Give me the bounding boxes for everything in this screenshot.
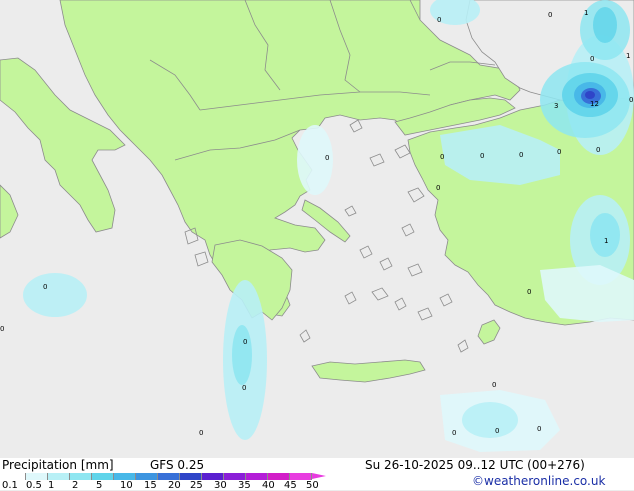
legend-swatch: [290, 473, 312, 480]
legend-swatch: [92, 473, 114, 480]
scale-ticks: 0.1 0.5 1 2 5 10 15 20 25 30 35 40 45 50: [0, 480, 330, 491]
legend-tick-label: 50: [306, 480, 319, 491]
legend-swatch: [26, 473, 48, 480]
point-value: 0: [480, 152, 484, 160]
legend-bar: Precipitation [mm] GFS 0.25 Su 26-10-202…: [0, 458, 634, 491]
point-value: 0: [492, 381, 496, 389]
color-scale: [4, 473, 326, 480]
legend-tick-label: 2: [72, 480, 79, 491]
legend-tick-label: 35: [238, 480, 251, 491]
point-value: 0: [199, 429, 203, 437]
legend-swatch: [136, 473, 158, 480]
point-value: 1: [604, 237, 608, 245]
legend-swatch: [246, 473, 268, 480]
valid-time: Su 26-10-2025 09..12 UTC (00+276): [365, 458, 585, 472]
legend-tick-label: 0.1: [2, 480, 18, 491]
legend-swatch: [268, 473, 290, 480]
point-value: 0: [590, 55, 594, 63]
legend-swatch: [202, 473, 224, 480]
point-value: 0: [242, 384, 246, 392]
point-value: 0: [519, 151, 523, 159]
model-label: GFS 0.25: [150, 458, 205, 472]
legend-tick-label: 30: [214, 480, 227, 491]
legend-tick-label: 5: [96, 480, 103, 491]
point-value: 0: [495, 427, 499, 435]
legend-swatch: [4, 473, 26, 480]
point-value: 0: [527, 288, 531, 296]
credit-link[interactable]: ©weatheronline.co.uk: [472, 474, 605, 488]
legend-tick-label: 45: [284, 480, 297, 491]
point-value: 0: [0, 325, 4, 333]
legend-tick-label: 0.5: [26, 480, 42, 491]
point-value: 0: [537, 425, 541, 433]
legend-tick-label: 10: [120, 480, 133, 491]
point-value: 0: [436, 184, 440, 192]
legend-swatch: [70, 473, 92, 480]
legend-tick-label: 20: [168, 480, 181, 491]
point-value: 0: [43, 283, 47, 291]
legend-tick-label: 25: [190, 480, 203, 491]
precipitation-map: 0 1 0 0 1 3 12 0 0 0 0 0 0 1 0 0 0 0 0 0…: [0, 0, 634, 458]
point-value: 12: [590, 100, 599, 108]
point-value: 0: [325, 154, 329, 162]
legend-swatch: [114, 473, 136, 480]
legend-tick-label: 1: [48, 480, 55, 491]
point-value: 0: [548, 11, 552, 19]
point-value: 0: [629, 96, 633, 104]
point-value: 0: [440, 153, 444, 161]
point-value: 0: [596, 146, 600, 154]
point-value: 3: [554, 102, 558, 110]
legend-swatch: [48, 473, 70, 480]
legend-tick-label: 40: [262, 480, 275, 491]
legend-swatch: [158, 473, 180, 480]
legend-swatch: [224, 473, 246, 480]
point-value: 0: [557, 148, 561, 156]
chart-title: Precipitation [mm]: [2, 458, 114, 472]
point-value: 1: [626, 52, 630, 60]
point-value: 0: [452, 429, 456, 437]
point-value: 0: [437, 16, 441, 24]
point-value: 1: [584, 9, 588, 17]
legend-tick-label: 15: [144, 480, 157, 491]
legend-swatch: [180, 473, 202, 480]
point-value: 0: [243, 338, 247, 346]
scale-arrow: [312, 473, 326, 479]
